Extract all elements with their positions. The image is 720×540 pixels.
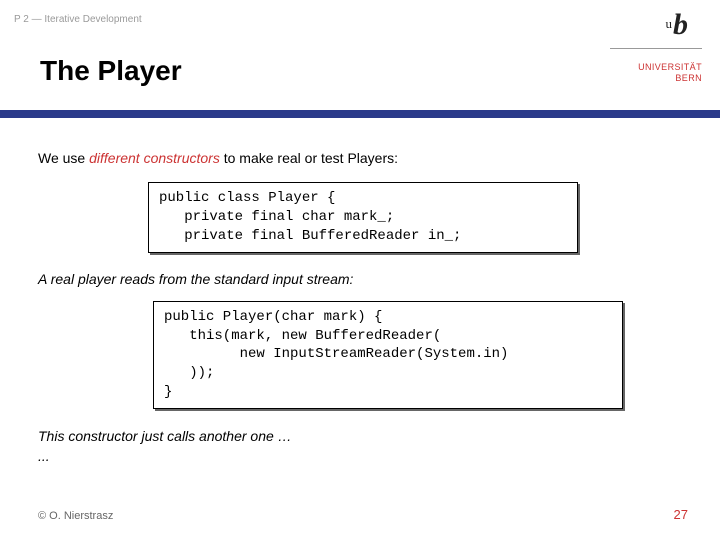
- logo-divider: [610, 48, 702, 49]
- content-area: We use different constructors to make re…: [38, 150, 682, 466]
- tail-text: This constructor just calls another one …: [38, 427, 682, 466]
- logo-sup: u: [666, 16, 673, 31]
- uni-line2: BERN: [638, 73, 702, 84]
- accent-bar: [0, 110, 720, 118]
- breadcrumb: P 2 — Iterative Development: [14, 14, 142, 25]
- code-block-class: public class Player { private final char…: [148, 182, 578, 253]
- footer-copyright: © O. Nierstrasz: [38, 510, 113, 522]
- slide: P 2 — Iterative Development ub UNIVERSIT…: [0, 0, 720, 540]
- intro-pre: We use: [38, 150, 89, 166]
- ub-wordmark: ub: [666, 8, 689, 42]
- middle-text: A real player reads from the standard in…: [38, 271, 682, 287]
- intro-post: to make real or test Players:: [220, 150, 398, 166]
- uni-line1: UNIVERSITÄT: [638, 62, 702, 73]
- page-title: The Player: [40, 55, 182, 87]
- code-block-constructor: public Player(char mark) { this(mark, ne…: [153, 301, 623, 409]
- footer-page-number: 27: [674, 507, 688, 522]
- tail-line2: ...: [38, 448, 50, 464]
- university-logo: ub UNIVERSITÄT BERN: [610, 0, 720, 118]
- title-underlay: [0, 98, 610, 110]
- tail-line1: This constructor just calls another one …: [38, 428, 292, 444]
- university-name: UNIVERSITÄT BERN: [638, 62, 702, 85]
- intro-line: We use different constructors to make re…: [38, 150, 682, 166]
- intro-emphasis: different constructors: [89, 150, 220, 166]
- logo-main: b: [673, 8, 688, 41]
